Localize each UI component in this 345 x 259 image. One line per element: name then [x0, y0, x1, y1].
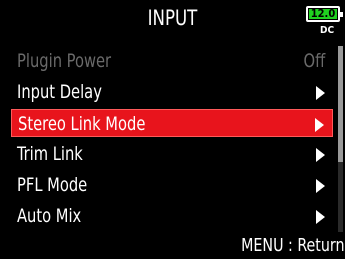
menu-item-stereo-link-mode[interactable]: Stereo Link Mode — [11, 109, 333, 137]
menu-item-label: Stereo Link Mode — [18, 113, 146, 135]
device-screen: INPUT 12.0 DC Plugin Power Off Input Del… — [0, 0, 345, 259]
menu-item-label: Input Delay — [17, 81, 102, 103]
header: INPUT 12.0 DC — [0, 0, 345, 46]
menu-item-label: Auto Mix — [17, 205, 82, 227]
page-title: INPUT — [147, 6, 198, 30]
right-arrow-icon — [315, 118, 324, 132]
menu-item-auto-mix[interactable]: Auto Mix — [11, 202, 333, 230]
power-source-label: DC — [320, 25, 335, 36]
menu-item-label: PFL Mode — [17, 174, 88, 196]
menu-item-pfl-mode[interactable]: PFL Mode — [11, 171, 333, 199]
scrollbar-thumb[interactable] — [338, 46, 343, 162]
menu-item-label: Plugin Power — [17, 50, 112, 72]
footer-hint: MENU : Return — [241, 235, 345, 256]
right-arrow-icon — [316, 210, 325, 224]
menu-item-value: Off — [303, 50, 325, 72]
menu-item-input-delay[interactable]: Input Delay — [11, 78, 333, 106]
right-arrow-icon — [316, 86, 325, 100]
menu-item-plugin-power[interactable]: Plugin Power Off — [11, 47, 333, 75]
menu-item-trim-link[interactable]: Trim Link — [11, 140, 333, 168]
battery-icon: 12.0 — [306, 6, 343, 22]
menu-item-label: Trim Link — [17, 143, 83, 165]
scrollbar[interactable] — [338, 46, 343, 232]
right-arrow-icon — [316, 148, 325, 162]
battery-value: 12.0 — [310, 7, 336, 20]
right-arrow-icon — [316, 179, 325, 193]
